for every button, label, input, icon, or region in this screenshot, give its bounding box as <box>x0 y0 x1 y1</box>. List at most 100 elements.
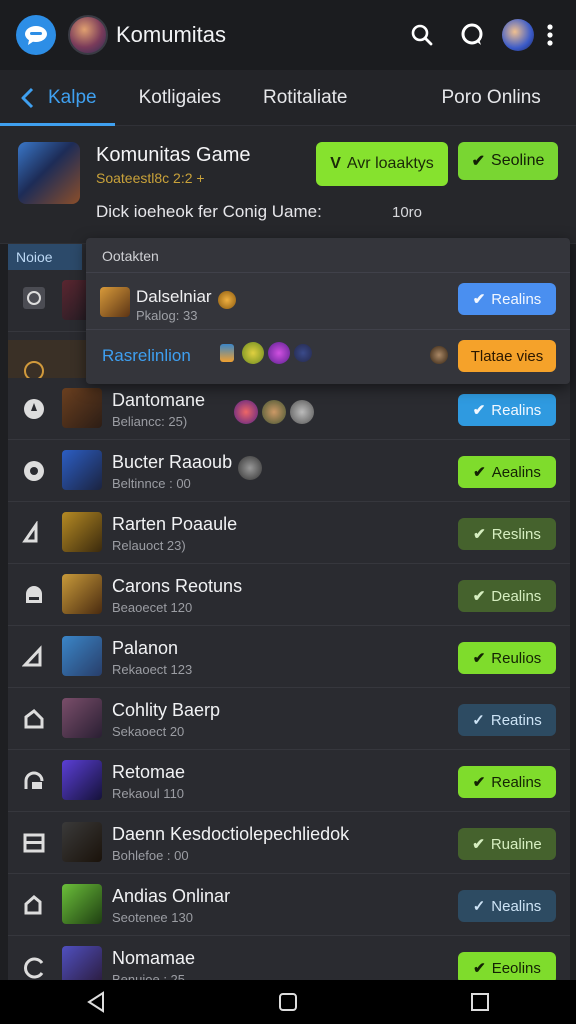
game-thumbnail[interactable] <box>18 142 80 204</box>
member-avatar <box>234 400 258 424</box>
button-label: Realins <box>491 290 542 308</box>
window-icon <box>22 831 46 855</box>
popup-link[interactable]: Rasrelinlion <box>102 346 191 366</box>
button-label: Avr loaaktys <box>346 155 434 172</box>
list-item[interactable]: Carons Reotuns Beaoecet 120 ✔ Dealins <box>8 564 570 626</box>
game-subtitle: Beliancc: 25) <box>112 414 188 429</box>
popup-item[interactable]: Dalselniar Pkalog: 33 ✔ Realins <box>86 272 570 330</box>
check-icon: ✔ <box>472 774 486 791</box>
button-label: Nealins <box>491 897 542 915</box>
recents-icon[interactable] <box>460 982 500 1022</box>
member-avatar <box>290 400 314 424</box>
game-subtitle: Rekaoul 110 <box>112 786 185 801</box>
status-button[interactable]: ✓ Nealins <box>458 890 556 922</box>
community-description: Dick ioeheok fer Conig Uame: <box>96 202 322 221</box>
view-all-button[interactable]: Tlatae vies <box>458 340 556 372</box>
check-icon: ✔ <box>473 464 486 481</box>
button-label: Dealins <box>491 587 542 605</box>
check-icon: ✔ <box>472 402 486 419</box>
community-header-card: Komunitas Game Soateestl8c 2:2 + Dick io… <box>0 126 576 244</box>
status-button[interactable]: ✔ Dealins <box>458 580 556 612</box>
game-title: Nomamae <box>112 948 196 968</box>
chat-icon <box>22 955 46 979</box>
member-avatar <box>242 342 264 364</box>
tab-poro-onlins[interactable]: Poro Onlins <box>442 70 541 126</box>
button-label: Seoline <box>491 152 545 169</box>
game-subtitle: Beltinnce : 00 <box>112 476 191 491</box>
status-button[interactable]: ✔ Eeolins <box>458 952 556 980</box>
button-label: Tlatae vies <box>470 347 544 365</box>
profile-avatar[interactable] <box>502 19 534 51</box>
check-icon: ✔ <box>472 588 486 605</box>
tab-label: Kotligaies <box>138 86 221 108</box>
compass-icon <box>22 397 46 421</box>
status-button[interactable]: ✔ Rualine <box>458 828 556 860</box>
popup-item-subtitle: Pkalog: 33 <box>136 308 198 323</box>
game-thumbnail <box>62 512 102 552</box>
game-thumbnail <box>62 450 102 490</box>
tab-rotitaliate[interactable]: Rotitaliate <box>263 70 348 126</box>
check-icon: ✓ <box>472 712 485 729</box>
game-thumbnail <box>62 574 102 614</box>
house-icon <box>22 893 46 917</box>
game-title: Palanon <box>112 638 179 658</box>
list-item[interactable]: Daenn Kesdoctiolepechliedok Bohlefoe : 0… <box>8 812 570 874</box>
list-item[interactable]: Bucter Raaoub Beltinnce : 00 ✔ Aealins <box>8 440 570 502</box>
triangle-icon <box>22 521 46 545</box>
button-label: Reatins <box>490 711 542 729</box>
more-vert-icon[interactable] <box>540 17 560 53</box>
back-icon[interactable] <box>76 982 116 1022</box>
chat-bubble-icon[interactable] <box>454 17 490 53</box>
triangle-icon <box>22 645 46 669</box>
chat-logo-icon[interactable] <box>16 15 56 55</box>
primary-action-button[interactable]: V Avr loaaktys <box>316 142 448 186</box>
game-subtitle: Bohlefoe : 00 <box>112 848 189 863</box>
tab-kalpe[interactable]: Kalpe <box>0 70 115 126</box>
status-button[interactable]: ✔ Aealins <box>458 456 556 488</box>
dropdown-popup: Ootakten Dalselniar Pkalog: 33 ✔ Realins … <box>86 238 570 384</box>
game-subtitle: Rekaoect 123 <box>112 662 193 677</box>
tab-kotligaies[interactable]: Kotligaies <box>139 70 221 126</box>
status-button[interactable]: ✔ Reslins <box>458 518 556 550</box>
list-item[interactable]: Dantomane Beliancc: 25) ✔ Realins <box>8 378 570 440</box>
game-title: Daenn Kesdoctiolepechliedok <box>112 824 350 844</box>
status-button[interactable]: ✓ Reatins <box>458 704 556 736</box>
member-count: 10ro <box>392 204 423 221</box>
button-label: Aealins <box>491 463 541 481</box>
member-avatar <box>294 344 312 362</box>
status-button[interactable]: ✔ Reulios <box>458 642 556 674</box>
community-avatar[interactable] <box>68 15 108 55</box>
status-button[interactable]: ✔ Realins <box>458 766 556 798</box>
face-icon <box>22 459 46 483</box>
game-thumbnail <box>100 287 130 317</box>
list-item[interactable]: Nomamae Benuioe : 25 ✔ Eeolins <box>8 936 570 980</box>
game-thumbnail <box>62 946 102 980</box>
member-avatar <box>430 346 448 364</box>
button-label: Eeolins <box>491 959 541 977</box>
game-title: Bucter Raaoub <box>112 452 233 472</box>
popup-link-row[interactable]: Rasrelinlion Tlatae vies <box>86 330 570 384</box>
status-button[interactable]: ✔ Realins <box>458 394 556 426</box>
member-avatar <box>220 344 234 362</box>
member-avatar <box>262 400 286 424</box>
list-item[interactable]: Palanon Rekaoect 123 ✔ Reulios <box>8 626 570 688</box>
game-subtitle: Sekaoect 20 <box>112 724 185 739</box>
list-item[interactable]: Andias Onlinar Seotenee 130 ✓ Nealins <box>8 874 570 936</box>
member-avatar <box>218 291 236 309</box>
online-button[interactable]: ✔ Seoline <box>458 142 558 180</box>
check-icon: ✔ <box>472 836 485 853</box>
house-icon <box>22 707 46 731</box>
search-icon[interactable] <box>404 17 440 53</box>
dome-icon <box>22 769 46 793</box>
button-label: Reulios <box>491 649 542 667</box>
game-title: Dantomane <box>112 390 206 410</box>
list-item[interactable]: Cohlity Baerp Sekaoect 20 ✓ Reatins <box>8 688 570 750</box>
check-icon: ✔ <box>471 153 486 170</box>
home-icon[interactable] <box>268 982 308 1022</box>
game-thumbnail <box>62 388 102 428</box>
list-item[interactable]: Retomae Rekaoul 110 ✔ Realins <box>8 750 570 812</box>
popup-item-button[interactable]: ✔ Realins <box>458 283 556 315</box>
game-thumbnail <box>62 760 102 800</box>
list-item[interactable]: Rarten Poaaule Relauoct 23) ✔ Reslins <box>8 502 570 564</box>
game-subtitle: Relauoct 23) <box>112 538 186 553</box>
